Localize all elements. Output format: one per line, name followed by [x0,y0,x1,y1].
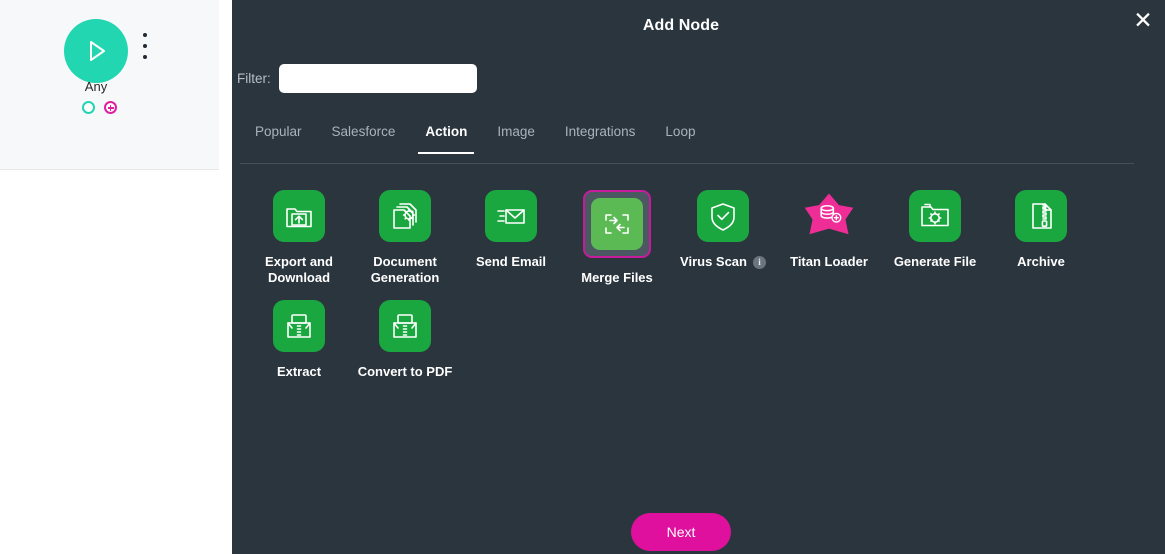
node-tile-send-email[interactable]: Send Email [458,190,564,286]
node-tile-text: Send Email [475,254,547,269]
node-tile-document-generation[interactable]: Document Generation [352,190,458,286]
filter-row: Filter: [237,64,477,93]
play-icon[interactable] [64,19,128,83]
node-tile-extract[interactable]: Extract [246,300,352,380]
more-vertical-icon[interactable] [138,33,152,59]
node-label: Any [84,79,108,94]
node-tile-archive[interactable]: Archive [988,190,1094,286]
node-tile-label: Titan Loader [790,254,868,270]
close-icon[interactable]: ✕ [1127,4,1159,36]
node-grid: Export and Download Document Generation Se… [246,190,1151,394]
node-tile-label: Export and Download [247,254,351,286]
tab-loop[interactable]: Loop [650,122,710,153]
selected-highlight [583,190,651,258]
zip-document-icon [1015,190,1067,242]
extract-icon [273,300,325,352]
node-tile-text: Extract [276,364,322,379]
node-tile-label: Generate File [894,254,976,270]
workflow-canvas: Any [0,0,232,554]
node-tile-text: Generate File [893,254,977,269]
node-tile-label: Send Email [476,254,546,270]
folder-gear-icon [909,190,961,242]
tab-label: Popular [255,124,302,139]
shield-check-icon [697,190,749,242]
add-node-plus-icon[interactable] [104,101,117,114]
node-tile-generate-file[interactable]: Generate File [882,190,988,286]
node-tile-export-and-download[interactable]: Export and Download [246,190,352,286]
tab-label: Action [425,124,468,139]
filter-label: Filter: [237,71,271,86]
node-tile-titan-loader[interactable]: Titan Loader [776,190,882,286]
tab-label: Image [497,124,535,139]
screen: Any Add Node ✕ Filter: Popular Salesforce… [0,0,1165,554]
node-tile-text: Titan Loader [790,254,868,269]
node-tile-label: Merge Files [581,270,653,286]
node-tile-merge-files[interactable]: Merge Files [564,190,670,286]
node-tile-text: Archive [1017,254,1065,269]
merge-arrows-icon [591,198,643,250]
envelope-icon [485,190,537,242]
tab-popular[interactable]: Popular [240,122,317,153]
tab-label: Loop [665,124,696,139]
convert-pdf-icon [379,300,431,352]
output-port-icon[interactable] [82,101,95,114]
tab-image[interactable]: Image [482,122,550,153]
node-tile-text: Convert to PDF [357,364,453,379]
node-tile-convert-to-pdf[interactable]: Convert to PDF [352,300,458,380]
node-tile-label: Archive [1017,254,1065,270]
filter-input[interactable] [278,64,477,93]
node-tile-text: Document Generation [370,254,440,285]
node-tile-virus-scan[interactable]: Virus Scan i [670,190,776,286]
add-node-modal: Add Node ✕ Filter: Popular Salesforce Acti… [232,0,1165,554]
node-tile-label: Virus Scan i [680,254,766,270]
next-button[interactable]: Next [631,513,731,551]
node-ports [82,101,130,114]
node-tile-text: Export and Download [265,254,333,285]
workflow-node-any[interactable]: Any [64,19,174,119]
tab-salesforce[interactable]: Salesforce [317,122,411,153]
node-tile-label: Convert to PDF [358,364,453,380]
node-tile-label: Document Generation [353,254,457,286]
node-tile-text: Merge Files [581,270,653,285]
tab-action[interactable]: Action [410,122,482,154]
page-title: Add Node [642,17,720,34]
star-database-icon [803,190,855,242]
folder-upload-icon [273,190,325,242]
documents-gear-icon [379,190,431,242]
tab-label: Integrations [564,124,636,139]
category-tabs: Popular Salesforce Action Image Integrations… [240,122,1134,164]
tab-integrations[interactable]: Integrations [550,122,651,153]
node-tile-label: Extract [277,364,321,380]
info-icon[interactable]: i [752,255,766,269]
node-tile-text: Virus Scan [680,254,747,269]
tab-label: Salesforce [331,124,396,139]
